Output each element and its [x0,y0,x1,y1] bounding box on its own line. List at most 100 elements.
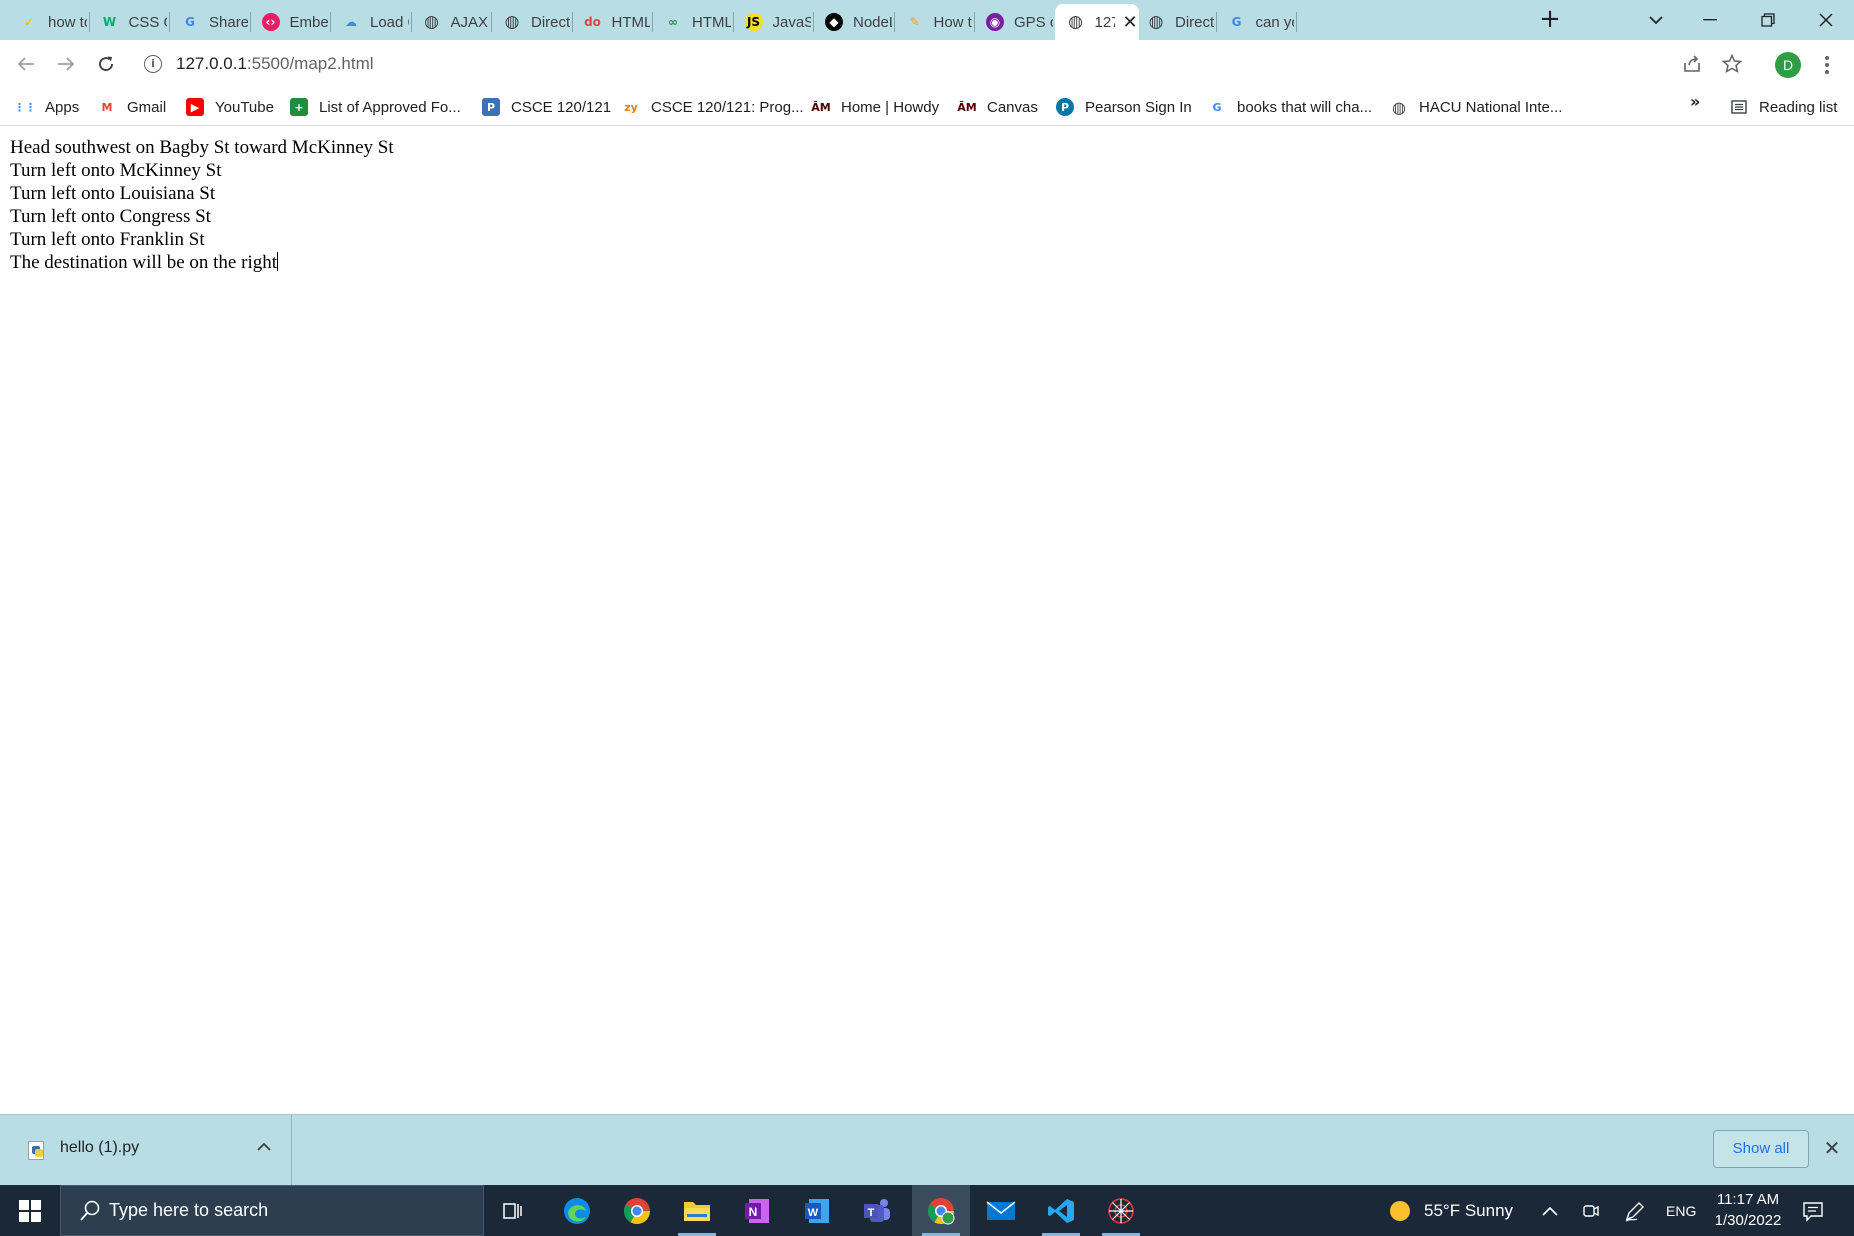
word-icon: W [805,1198,829,1223]
browser-tab[interactable]: do HTML [572,4,650,40]
bookmark-label: Home | Howdy [841,98,940,116]
tab-title: CSS Ov [128,13,168,31]
tab-title: Directi [1175,13,1214,31]
taskbar-search[interactable]: Type here to search [60,1185,484,1236]
chrome-profile-taskbar-button[interactable] [912,1185,970,1236]
search-placeholder: Type here to search [109,1200,269,1220]
teams-icon: T [864,1198,890,1222]
vscode-taskbar-button[interactable] [1032,1185,1090,1236]
meet-now-button[interactable] [1582,1185,1600,1236]
back-button[interactable] [10,48,42,80]
share-icon [1684,55,1700,72]
tab-search-button[interactable] [1630,0,1682,40]
new-tab-button[interactable]: + [1535,4,1565,36]
bookmark-item[interactable]: P CSCE 120/121 [482,93,611,121]
chevron-up-icon [1542,1206,1558,1216]
bookmark-label: Apps [45,98,80,116]
direction-step: Turn left onto Congress St [10,206,211,227]
profile-avatar[interactable]: D [1775,52,1801,78]
forward-button[interactable] [50,48,82,80]
task-view-button[interactable] [484,1185,542,1236]
globe-icon: ◍ [1148,12,1164,32]
folder-icon [684,1201,710,1221]
mail-taskbar-button[interactable] [972,1185,1030,1236]
bookmark-item[interactable]: ĀM Canvas [957,93,1038,121]
notifications-button[interactable] [1802,1185,1824,1236]
word-taskbar-button[interactable]: W [788,1185,846,1236]
teams-taskbar-button[interactable]: T [848,1185,906,1236]
bookmark-star-button[interactable] [1721,53,1743,79]
browser-tab[interactable]: ∞ HTML [652,4,731,40]
reload-icon [99,56,113,71]
bookmark-item[interactable]: + List of Approved Fo... [290,93,461,121]
show-all-downloads-button[interactable]: Show all [1713,1130,1809,1168]
bookmark-item[interactable]: zy CSCE 120/121: Prog... [622,93,803,121]
close-window-button[interactable] [1800,0,1852,40]
address-url[interactable]: 127.0.0.1:5500/map2.html [176,54,374,74]
bookmark-item[interactable]: ▶ YouTube [186,93,274,121]
tab-title: HTML [692,13,731,31]
browser-tab[interactable]: ◍ Directi [491,4,570,40]
input-language-button[interactable]: ENG [1666,1185,1696,1236]
bookmark-item[interactable]: Gbooks that will cha... [1208,93,1372,121]
show-hidden-icons-button[interactable] [1542,1185,1558,1236]
direction-step-last: The destination will be on the right [10,251,394,274]
bookmark-item[interactable]: M Gmail [98,93,167,121]
download-item[interactable]: hello (1).py [0,1115,292,1185]
svg-text:N: N [749,1205,758,1219]
chevron-up-icon [257,1142,271,1151]
restore-button[interactable] [1742,0,1794,40]
edge-icon [564,1197,590,1224]
app-taskbar-button[interactable] [1092,1185,1150,1236]
browser-tab[interactable]: W CSS Ov [89,4,168,40]
browser-tab[interactable]: ◆ NodeL [813,4,892,40]
browser-tab[interactable]: ‹› Embed [250,4,328,40]
reload-button[interactable] [90,48,122,80]
browser-tab[interactable]: Gcan yo [1216,4,1294,40]
close-download-shelf-button[interactable]: ✕ [1820,1136,1844,1160]
chrome-taskbar-button[interactable] [608,1185,666,1236]
browser-tab[interactable]: ◍127✕ [1054,4,1139,40]
tab-title: 127 [1094,13,1115,31]
zy-icon: zy [624,100,638,114]
site-info-icon[interactable]: i [144,55,162,73]
google-icon: G [185,15,195,29]
clock-date: 1/30/2022 [1714,1212,1782,1229]
browser-tab[interactable]: JS JavaSc [733,4,811,40]
file-explorer-taskbar-button[interactable] [668,1185,726,1236]
direction-step-text: The destination will be on the right [10,252,278,273]
bookmark-item[interactable]: ◍ HACU National Inte... [1390,93,1562,121]
browser-tab[interactable]: ◍ Directi [1135,4,1214,40]
bookmark-item[interactable]: ĀM Home | Howdy [811,93,940,121]
browser-tab[interactable]: ◉ GPS co [974,4,1053,40]
download-options-button[interactable] [254,1135,274,1159]
geeks-icon: ∞ [668,15,678,29]
reading-list-button[interactable]: Reading list [1730,93,1837,121]
green-plus-icon: + [290,98,308,116]
clock[interactable]: 11:17 AM 1/30/2022 [1700,1189,1796,1231]
pen-icon [1625,1201,1644,1222]
tab-strip: ✓how toWCSS OvGShare‹›Embed☁Load G◍AJAX ◍… [0,0,1854,40]
bookmark-item[interactable]: ⋮⋮ Apps [14,93,80,121]
minimize-button[interactable] [1684,0,1736,40]
pen-menu-button[interactable] [1624,1185,1646,1236]
edge-taskbar-button[interactable] [548,1185,606,1236]
browser-tab[interactable]: G Share [169,4,247,40]
browser-tab[interactable]: ✓ how to [8,4,87,40]
bookmark-item[interactable]: P Pearson Sign In [1056,93,1192,121]
bookmark-label: Pearson Sign In [1085,98,1192,116]
share-button[interactable] [1682,54,1702,79]
browser-tab[interactable]: ☁ Load G [330,4,409,40]
youtube-icon: ▶ [186,98,204,116]
start-button[interactable] [0,1185,60,1236]
browser-tab[interactable]: ✎ How to [894,4,972,40]
address-bar[interactable]: i 127.0.0.1:5500/map2.html [134,46,1754,82]
browser-menu-button[interactable] [1817,50,1837,80]
onenote-taskbar-button[interactable]: N [728,1185,786,1236]
spider-web-icon [1108,1197,1134,1224]
browser-tab[interactable]: ◍ AJAX [411,4,490,40]
bookmark-label: Canvas [987,98,1038,116]
weather-widget[interactable]: 55°F Sunny [1388,1185,1513,1236]
onenote-icon: N [745,1198,769,1223]
bookmarks-overflow-button[interactable]: » [1690,92,1700,111]
